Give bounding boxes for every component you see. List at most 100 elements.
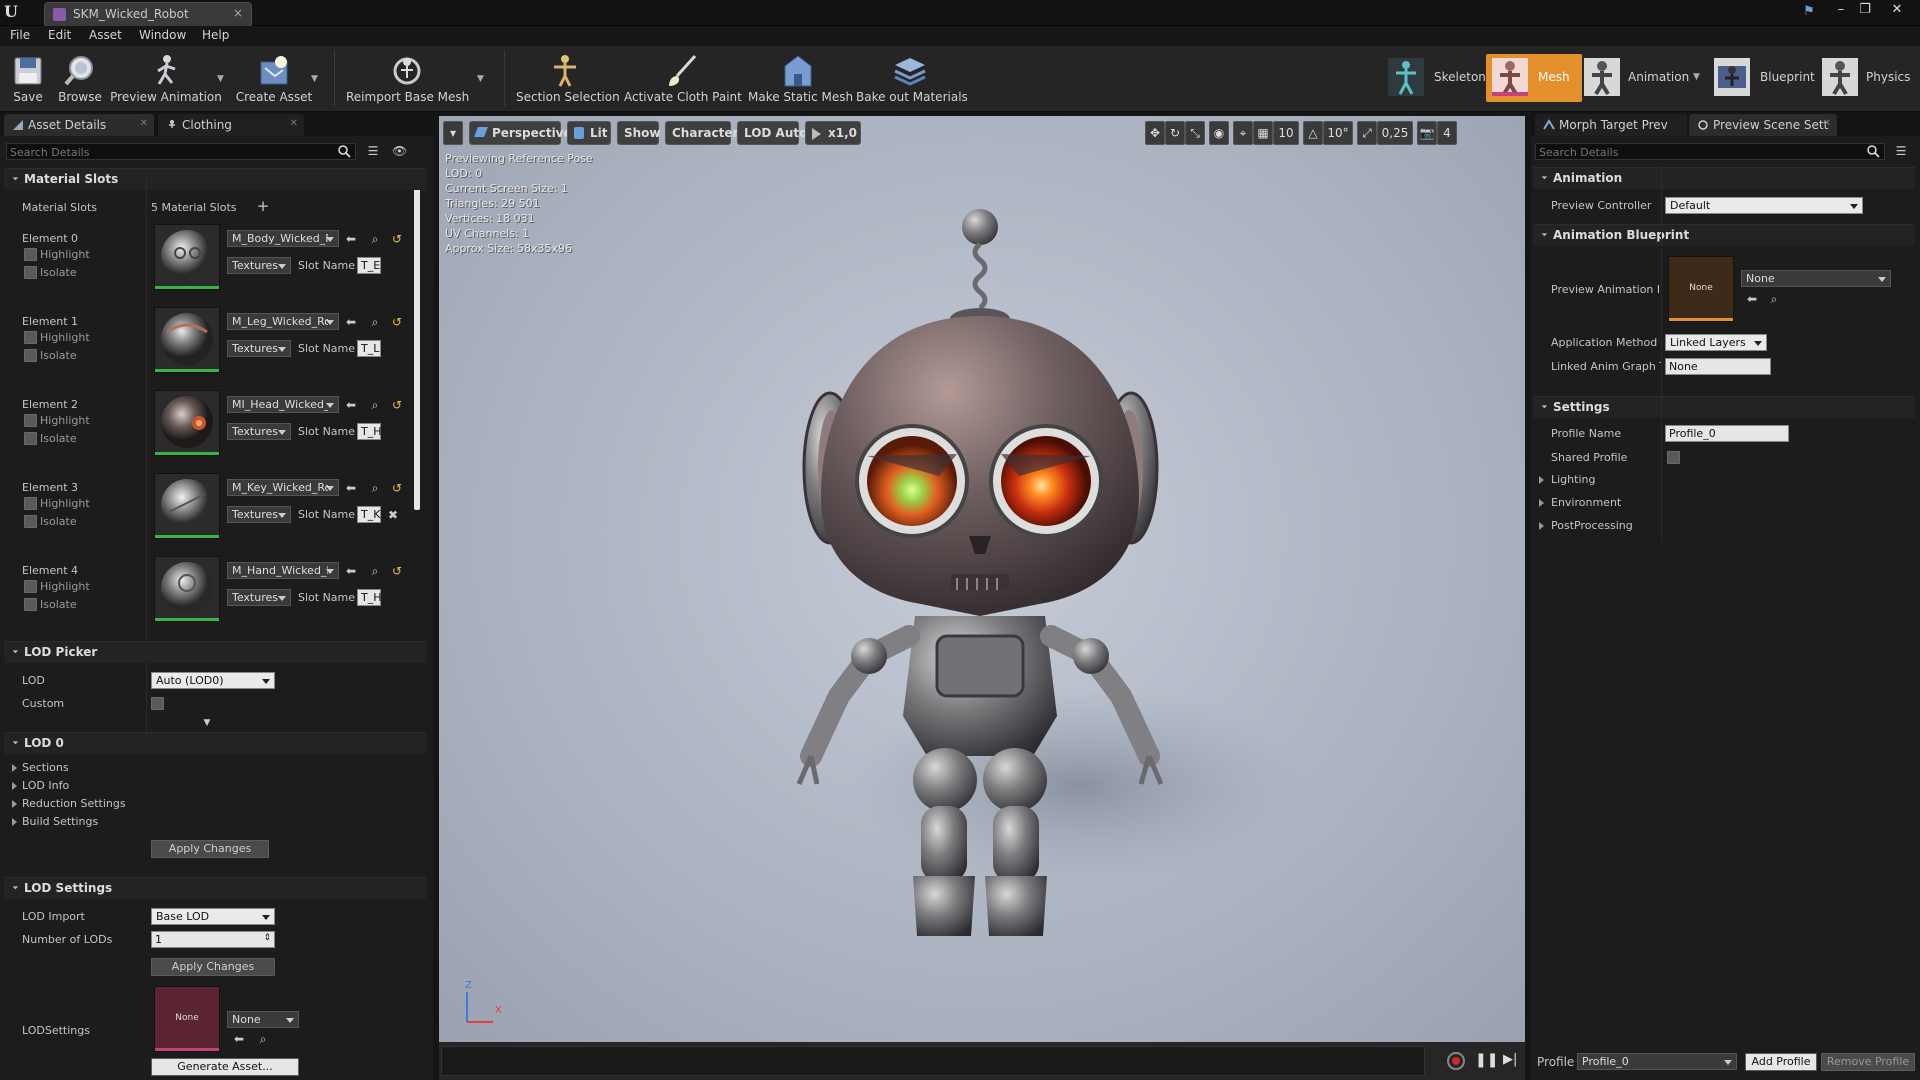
remove-profile-button[interactable]: Remove Profile — [1821, 1053, 1915, 1071]
reset-to-default-icon[interactable]: ↺ — [390, 481, 404, 495]
minimize-icon[interactable]: – — [1830, 2, 1852, 20]
rotation-snap-button[interactable]: 10° — [1323, 121, 1353, 145]
lighting-item[interactable]: Lighting — [1551, 473, 1595, 486]
slot-name-input[interactable]: T_L — [357, 340, 381, 357]
save-button[interactable]: Save — [6, 48, 50, 108]
document-tab[interactable]: SKM_Wicked_Robot × — [44, 2, 252, 26]
timeline-scrubber[interactable] — [441, 1046, 1425, 1076]
lod-auto-button[interactable]: LOD Auto — [737, 121, 807, 145]
animation-header[interactable]: Animation — [1533, 167, 1915, 189]
lit-button[interactable]: Lit — [567, 121, 611, 145]
restore-icon[interactable]: ❐ — [1854, 2, 1876, 20]
highlight-checkbox[interactable] — [24, 248, 37, 261]
reset-to-default-icon[interactable]: ↺ — [390, 315, 404, 329]
translate-tool-icon[interactable]: ✥ — [1145, 121, 1165, 145]
mode-skeleton-button[interactable]: Skeleton — [1382, 54, 1486, 102]
menu-help[interactable]: Help — [202, 28, 229, 42]
browse-asset-search-icon[interactable]: ⌕ — [368, 564, 382, 578]
preview-animation-dropdown-icon[interactable]: ▼ — [217, 74, 227, 84]
left-search-input[interactable] — [10, 145, 336, 159]
view-options-list-icon[interactable]: ☰ — [366, 144, 380, 158]
lod-info-item[interactable]: LOD Info — [22, 779, 69, 792]
grid-snap-icon[interactable]: ▦ — [1253, 121, 1273, 145]
textures-dropdown[interactable]: Textures — [227, 340, 291, 357]
use-selected-arrow-icon[interactable]: ⬅ — [344, 481, 358, 495]
close-tab-icon[interactable]: × — [233, 6, 243, 20]
show-button[interactable]: Show — [617, 121, 661, 145]
browse-asset-search-icon[interactable]: ⌕ — [1767, 292, 1781, 306]
use-selected-arrow-icon[interactable]: ⬅ — [344, 232, 358, 246]
isolate-checkbox[interactable] — [24, 266, 37, 279]
remove-slot-icon[interactable]: ✖ — [386, 508, 400, 522]
apply-changes-button[interactable]: Apply Changes — [151, 958, 275, 976]
expand-arrow-icon[interactable] — [12, 800, 17, 808]
textures-dropdown[interactable]: Textures — [227, 257, 291, 274]
lod-picker-header[interactable]: LOD Picker — [4, 641, 426, 663]
application-method-dropdown[interactable]: Linked Layers — [1665, 334, 1767, 351]
isolate-checkbox[interactable] — [24, 598, 37, 611]
pause-icon[interactable]: ❚❚ — [1475, 1052, 1498, 1068]
close-tab-icon[interactable]: ✕ — [1823, 118, 1831, 129]
lod-dropdown[interactable]: Auto (LOD0) — [151, 672, 275, 689]
playback-speed-button[interactable]: x1,0 — [805, 121, 861, 145]
lod0-header[interactable]: LOD 0 — [4, 732, 426, 754]
isolate-checkbox[interactable] — [24, 432, 37, 445]
menu-file[interactable]: File — [10, 28, 30, 42]
menu-window[interactable]: Window — [139, 28, 186, 42]
number-of-lods-input[interactable]: 1 ⇕ — [151, 931, 275, 948]
mode-physics-button[interactable]: Physics — [1816, 54, 1916, 102]
close-window-icon[interactable]: ✕ — [1886, 2, 1908, 20]
scale-tool-icon[interactable]: ⤡ — [1185, 121, 1205, 145]
browse-asset-search-icon[interactable]: ⌕ — [368, 398, 382, 412]
reset-to-default-icon[interactable]: ↺ — [390, 398, 404, 412]
surface-snap-icon[interactable]: ⌖ — [1233, 121, 1253, 145]
material-thumbnail[interactable] — [154, 390, 220, 456]
shared-profile-checkbox[interactable] — [1667, 451, 1680, 464]
material-dropdown[interactable]: MI_Head_Wicked_R — [227, 396, 339, 413]
bake-out-materials-button[interactable]: Bake out Materials — [856, 48, 968, 108]
isolate-checkbox[interactable] — [24, 515, 37, 528]
expand-arrow-icon[interactable] — [1539, 499, 1544, 507]
close-tab-icon[interactable]: ✕ — [290, 118, 298, 129]
expand-arrow-icon[interactable] — [1539, 522, 1544, 530]
anim-blueprint-thumbnail[interactable]: None — [1668, 256, 1734, 322]
mode-mesh-button[interactable]: Mesh — [1486, 54, 1582, 102]
scale-snap-icon[interactable]: ⤢ — [1357, 121, 1377, 145]
isolate-checkbox[interactable] — [24, 349, 37, 362]
menu-edit[interactable]: Edit — [48, 28, 71, 42]
world-local-icon[interactable]: ◉ — [1209, 121, 1229, 145]
highlight-checkbox[interactable] — [24, 580, 37, 593]
grid-size-button[interactable]: 10 — [1273, 121, 1299, 145]
tab-preview-scene-settings[interactable]: Preview Scene Sett ✕ — [1689, 114, 1837, 136]
tab-asset-details[interactable]: Asset Details ✕ — [4, 114, 154, 136]
preview-animation-button[interactable]: Preview Animation — [110, 48, 222, 108]
generate-asset-button[interactable]: Generate Asset... — [151, 1058, 299, 1076]
textures-dropdown[interactable]: Textures — [227, 423, 291, 440]
create-asset-button[interactable]: Create Asset — [232, 48, 316, 108]
character-button[interactable]: Character — [665, 121, 738, 145]
perspective-button[interactable]: Perspective — [469, 121, 572, 145]
reimport-dropdown-icon[interactable]: ▼ — [477, 74, 487, 84]
animation-blueprint-header[interactable]: Animation Blueprint — [1533, 224, 1915, 246]
use-selected-arrow-icon[interactable]: ⬅ — [344, 398, 358, 412]
expand-arrow-icon[interactable] — [12, 782, 17, 790]
activate-cloth-paint-button[interactable]: Activate Cloth Paint — [624, 48, 742, 108]
lod-settings-header[interactable]: LOD Settings — [4, 877, 426, 899]
camera-speed-icon[interactable]: 📷 — [1417, 121, 1437, 145]
profile-name-input[interactable]: Profile_0 — [1665, 425, 1789, 442]
slot-name-input[interactable]: T_K — [357, 506, 381, 523]
highlight-checkbox[interactable] — [24, 497, 37, 510]
reduction-settings-item[interactable]: Reduction Settings — [22, 797, 126, 810]
mode-blueprint-button[interactable]: Blueprint — [1708, 54, 1815, 102]
anim-blueprint-dropdown[interactable]: None — [1741, 270, 1891, 287]
add-material-slot-icon[interactable]: + — [256, 199, 270, 214]
highlight-checkbox[interactable] — [24, 414, 37, 427]
linked-anim-graph-input[interactable]: None — [1665, 358, 1771, 375]
material-dropdown[interactable]: M_Body_Wicked_Ro — [227, 230, 339, 247]
reset-to-default-icon[interactable]: ↺ — [390, 564, 404, 578]
material-dropdown[interactable]: M_Hand_Wicked_Ro — [227, 562, 339, 579]
section-selection-button[interactable]: Section Selection — [516, 48, 620, 108]
view-options-list-icon[interactable]: ☰ — [1894, 144, 1908, 158]
slot-name-input[interactable]: T_H — [357, 589, 382, 606]
left-search-box[interactable] — [6, 143, 356, 160]
